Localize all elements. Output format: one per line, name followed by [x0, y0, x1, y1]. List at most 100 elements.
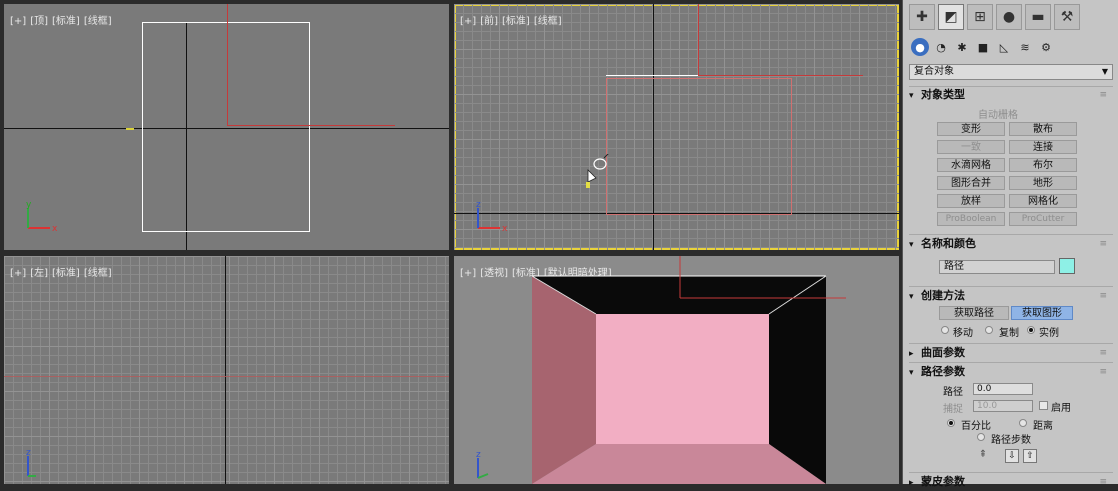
viewport-mode-label[interactable]: [标准] — [52, 16, 80, 27]
viewport-view-label[interactable]: [左] — [30, 268, 48, 279]
viewport-view-label[interactable]: [前] — [480, 16, 498, 27]
category-dropdown[interactable]: 复合对象 ▼ — [909, 64, 1113, 80]
copy-label: 复制 — [999, 328, 1019, 339]
enable-label: 启用 — [1051, 403, 1071, 414]
morph-button[interactable]: 变形 — [937, 122, 1005, 136]
viewport-perspective[interactable]: [+] [透视] [标准] [默认明暗处理] z — [454, 256, 899, 484]
axis-x-label: x — [52, 224, 58, 234]
viewport-view-label[interactable]: [顶] — [30, 16, 48, 27]
path-line-horizontal — [4, 376, 449, 377]
prev-shape-icon[interactable]: ⇩ — [1005, 449, 1019, 463]
viewport-left[interactable]: [+] [左] [标准] [线框] z — [4, 256, 449, 484]
object-color-swatch[interactable] — [1059, 258, 1075, 274]
move-radio[interactable] — [941, 326, 949, 334]
viewport-top-label[interactable]: [+] [顶] [标准] [线框] — [10, 12, 116, 27]
object-name-value: 路径 — [944, 261, 964, 272]
copy-radio[interactable] — [985, 326, 993, 334]
modify-icon[interactable]: ◩ — [938, 4, 964, 30]
viewport-shading-label[interactable]: [线框] — [534, 16, 562, 27]
shapemerge-button[interactable]: 图形合并 — [937, 176, 1005, 190]
path-steps-radio[interactable] — [977, 433, 985, 441]
path-value: 0.0 — [977, 384, 992, 394]
viewport-menu-plus[interactable]: [+] — [10, 16, 26, 27]
rollout-title: 创建方法 — [921, 289, 965, 302]
path-line-vertical[interactable] — [227, 4, 228, 125]
create-subcategories: ● ◔ ✱ ■ ◺ ≋ ⚙ — [911, 38, 1055, 56]
percentage-label: 百分比 — [961, 421, 991, 432]
systems-icon[interactable]: ⚙ — [1037, 38, 1055, 56]
enable-snap-checkbox[interactable] — [1039, 401, 1048, 410]
lights-icon[interactable]: ✱ — [953, 38, 971, 56]
snap-spinner[interactable]: 10.0 — [973, 400, 1033, 412]
viewport-front-label[interactable]: [+] [前] [标准] [线框] — [460, 12, 566, 27]
viewport-menu-plus[interactable]: [+] — [460, 16, 476, 27]
selected-object-bounds[interactable] — [142, 22, 310, 232]
get-shape-button[interactable]: 获取图形 — [1011, 306, 1073, 320]
hierarchy-icon[interactable]: ⊞ — [967, 4, 993, 30]
boolean-button[interactable]: 布尔 — [1009, 158, 1077, 172]
path-line-horizontal[interactable] — [227, 125, 395, 126]
connect-button[interactable]: 连接 — [1009, 140, 1077, 154]
axis-tripod-icon: z — [476, 450, 489, 479]
loft-button[interactable]: 放样 — [937, 194, 1005, 208]
procutter-button[interactable]: ProCutter — [1009, 212, 1077, 226]
rollout-surface-params[interactable]: ▸ 曲面参数 ≡ — [909, 345, 1113, 361]
axis-tripod-icon: x y — [26, 200, 58, 234]
pick-shape-icon[interactable]: ⇞ — [975, 449, 991, 463]
create-icon[interactable]: ✚ — [909, 4, 935, 30]
divider — [909, 343, 1113, 344]
path-spinner[interactable]: 0.0 — [973, 383, 1033, 395]
category-value: 复合对象 — [914, 66, 954, 77]
scatter-button[interactable]: 散布 — [1009, 122, 1077, 136]
viewport-front[interactable]: [+] [前] [标准] [线框] x z — [454, 4, 899, 250]
proboolean-button[interactable]: ProBoolean — [937, 212, 1005, 226]
pivot-marker — [126, 128, 134, 130]
geometry-icon[interactable]: ● — [911, 38, 929, 56]
rollout-object-type[interactable]: ▾ 对象类型 ≡ — [909, 87, 1113, 103]
viewport-left-label[interactable]: [+] [左] [标准] [线框] — [10, 264, 116, 279]
distance-radio[interactable] — [1019, 419, 1027, 427]
axis-tripod-icon: z — [26, 448, 36, 477]
helpers-icon[interactable]: ◺ — [995, 38, 1013, 56]
spacewarps-icon[interactable]: ≋ — [1016, 38, 1034, 56]
viewport-top[interactable]: [+] [顶] [标准] [线框] x y — [4, 4, 449, 250]
blobmesh-button[interactable]: 水滴网格 — [937, 158, 1005, 172]
utilities-icon[interactable]: ⚒ — [1054, 4, 1080, 30]
rollout-title: 名称和颜色 — [921, 237, 976, 250]
path-line-vertical[interactable] — [698, 4, 699, 75]
rollout-creation-method[interactable]: ▾ 创建方法 ≡ — [909, 288, 1113, 304]
get-path-button[interactable]: 获取路径 — [939, 306, 1009, 320]
instance-radio[interactable] — [1027, 326, 1035, 334]
mesher-button[interactable]: 网格化 — [1009, 194, 1077, 208]
room-object[interactable] — [454, 256, 899, 484]
path-line-red[interactable] — [698, 75, 863, 76]
command-panel-tabs: ✚ ◩ ⊞ ● ▬ ⚒ — [903, 4, 1118, 38]
rollout-title: 对象类型 — [921, 88, 965, 101]
viewport-mode-label[interactable]: [标准] — [52, 268, 80, 279]
cameras-icon[interactable]: ■ — [974, 38, 992, 56]
rollout-title: 曲面参数 — [921, 346, 965, 359]
rollout-name-color[interactable]: ▾ 名称和颜色 ≡ — [909, 236, 1113, 252]
shapes-icon[interactable]: ◔ — [932, 38, 950, 56]
viewport-menu-plus[interactable]: [+] — [10, 268, 26, 279]
display-icon[interactable]: ▬ — [1025, 4, 1051, 30]
command-panel: ✚ ◩ ⊞ ● ▬ ⚒ ● ◔ ✱ ■ ◺ ≋ ⚙ 复合对象 ▼ ▾ 对象类型 ≡ … — [902, 0, 1118, 488]
autogrid-label: 自动栅格 — [978, 110, 1018, 121]
rollout-skin-params[interactable]: ▸ 蒙皮参数 ≡ — [909, 474, 1113, 490]
viewport-shading-label[interactable]: [线框] — [84, 268, 112, 279]
rollout-path-params[interactable]: ▾ 路径参数 ≡ — [909, 364, 1113, 380]
next-shape-icon[interactable]: ⇧ — [1023, 449, 1037, 463]
path-line-white[interactable] — [606, 75, 698, 76]
percentage-radio[interactable] — [947, 419, 955, 427]
viewport-shading-label[interactable]: [线框] — [84, 16, 112, 27]
shape-outline[interactable] — [606, 78, 792, 215]
cursor-pick-icon — [586, 154, 609, 188]
object-name-field[interactable]: 路径 — [939, 260, 1055, 274]
viewport-mode-label[interactable]: [标准] — [502, 16, 530, 27]
path-steps-label: 路径步数 — [991, 435, 1031, 446]
motion-icon[interactable]: ● — [996, 4, 1022, 30]
divider — [909, 472, 1113, 473]
conform-button[interactable]: 一致 — [937, 140, 1005, 154]
terrain-button[interactable]: 地形 — [1009, 176, 1077, 190]
axis-z-label: z — [26, 448, 31, 458]
